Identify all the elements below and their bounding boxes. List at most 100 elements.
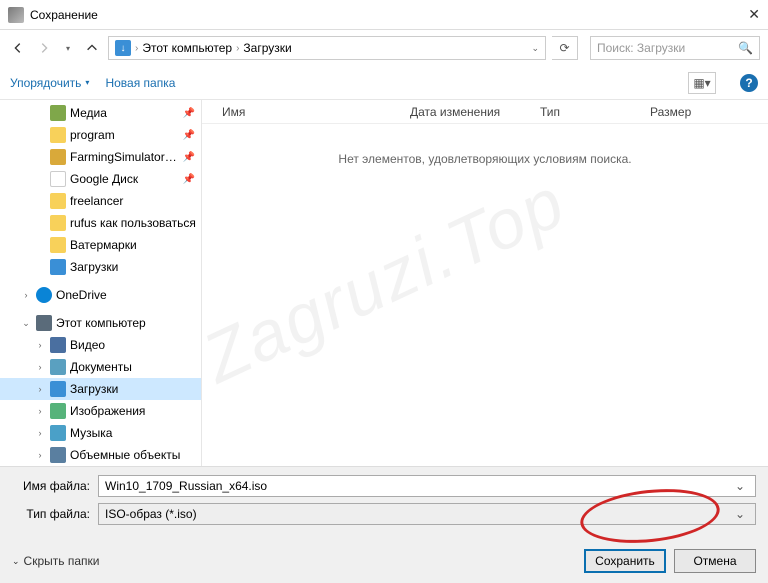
folder-dk-icon — [50, 149, 66, 165]
help-button[interactable]: ? — [740, 74, 758, 92]
tree-item-label: freelancer — [70, 194, 201, 208]
address-bar[interactable]: ↓ › Этот компьютер › Загрузки ⌄ — [108, 36, 546, 60]
nav-back-button[interactable] — [8, 38, 28, 58]
music-icon — [50, 425, 66, 441]
tree-item-label: Этот компьютер — [56, 316, 201, 330]
nav-history-dropdown[interactable]: ▾ — [60, 40, 76, 56]
tree-item[interactable]: › Изображения — [0, 400, 201, 422]
file-name-label: Имя файла: — [12, 479, 98, 493]
img-icon — [50, 403, 66, 419]
cancel-button[interactable]: Отмена — [674, 549, 756, 573]
breadcrumb-segment[interactable]: Загрузки — [243, 41, 291, 55]
tree-item-label: Google Диск — [70, 172, 179, 186]
address-bar-row: ▾ ↓ › Этот компьютер › Загрузки ⌄ ⟳ Поис… — [0, 30, 768, 66]
hide-folders-label: Скрыть папки — [24, 554, 100, 568]
title-bar: Сохранение ✕ — [0, 0, 768, 30]
tree-item-label: FarmingSimulator2019 — [70, 150, 179, 164]
tree-item[interactable]: › OneDrive — [0, 284, 201, 306]
expand-icon[interactable]: › — [34, 362, 46, 372]
expand-icon[interactable]: › — [34, 384, 46, 394]
pin-icon: 📌 — [183, 152, 195, 163]
tree-item[interactable]: Google Диск 📌 — [0, 168, 201, 190]
column-type[interactable]: Тип — [532, 105, 642, 119]
expand-icon[interactable]: › — [34, 428, 46, 438]
tree-item-label: Документы — [70, 360, 201, 374]
gdrive-icon — [50, 171, 66, 187]
column-name[interactable]: Имя — [202, 105, 402, 119]
expand-icon[interactable]: › — [34, 450, 46, 460]
expand-icon[interactable]: › — [20, 290, 32, 300]
pin-icon: 📌 — [183, 174, 195, 185]
downloads-icon: ↓ — [115, 40, 131, 56]
tree-item[interactable]: freelancer — [0, 190, 201, 212]
pin-icon: 📌 — [183, 108, 195, 119]
refresh-button[interactable]: ⟳ — [552, 36, 578, 60]
nav-tree: Медиа📌program📌FarmingSimulator2019📌Googl… — [0, 100, 202, 466]
tree-item[interactable]: › Видео — [0, 334, 201, 356]
tree-item[interactable]: Медиа📌 — [0, 102, 201, 124]
tree-item[interactable]: › Документы — [0, 356, 201, 378]
file-pane: Имя Дата изменения Тип Размер Нет элемен… — [202, 100, 768, 466]
dl-icon — [50, 381, 66, 397]
tree-item[interactable]: Загрузки — [0, 256, 201, 278]
tree-item[interactable]: FarmingSimulator2019 📌 — [0, 146, 201, 168]
dialog-body: Медиа📌program📌FarmingSimulator2019📌Googl… — [0, 100, 768, 466]
tree-item[interactable]: ›Музыка — [0, 422, 201, 444]
nav-forward-button[interactable] — [34, 38, 54, 58]
tree-item[interactable]: › Загрузки — [0, 378, 201, 400]
chevron-down-icon[interactable]: ⌄ — [531, 43, 539, 54]
cloud-icon — [36, 287, 52, 303]
media-icon — [50, 105, 66, 121]
folder-icon — [50, 193, 66, 209]
close-button[interactable]: ✕ — [720, 6, 760, 23]
chevron-down-icon[interactable]: ⌄ — [731, 479, 749, 493]
organize-menu[interactable]: Упорядочить ▾ — [10, 76, 89, 90]
tree-item-label: Загрузки — [70, 260, 201, 274]
doc-icon — [50, 359, 66, 375]
chevron-down-icon: ⌄ — [12, 556, 20, 567]
save-fields: Имя файла: Win10_1709_Russian_x64.iso ⌄ … — [0, 466, 768, 539]
tree-item[interactable]: Ватермарки — [0, 234, 201, 256]
tree-item-label: Загрузки — [70, 382, 201, 396]
column-size[interactable]: Размер — [642, 105, 732, 119]
file-type-select[interactable]: ISO-образ (*.iso) ⌄ — [98, 503, 756, 525]
empty-message: Нет элементов, удовлетворяющих условиям … — [202, 124, 768, 466]
tree-item-label: Видео — [70, 338, 201, 352]
video-icon — [50, 337, 66, 353]
folder-icon — [50, 237, 66, 253]
expand-icon[interactable]: › — [34, 406, 46, 416]
tree-item-label: Изображения — [70, 404, 201, 418]
nav-up-button[interactable] — [82, 38, 102, 58]
chevron-down-icon[interactable]: ⌄ — [731, 507, 749, 521]
column-date[interactable]: Дата изменения — [402, 105, 532, 119]
search-input[interactable]: Поиск: Загрузки 🔍 — [590, 36, 760, 60]
tree-item-label: OneDrive — [56, 288, 201, 302]
tree-item[interactable]: ⌄ Этот компьютер — [0, 312, 201, 334]
expand-icon[interactable]: ⌄ — [20, 318, 32, 329]
search-placeholder: Поиск: Загрузки — [597, 41, 738, 55]
file-type-value: ISO-образ (*.iso) — [105, 507, 731, 521]
hide-folders-toggle[interactable]: ⌄ Скрыть папки — [12, 554, 99, 568]
file-name-input[interactable]: Win10_1709_Russian_x64.iso ⌄ — [98, 475, 756, 497]
chevron-down-icon: ▾ — [85, 78, 89, 87]
search-icon: 🔍 — [738, 41, 753, 55]
tree-item[interactable]: program📌 — [0, 124, 201, 146]
column-headers: Имя Дата изменения Тип Размер — [202, 100, 768, 124]
tree-item[interactable]: ›Объемные объекты — [0, 444, 201, 466]
folder-icon — [50, 127, 66, 143]
toolbar: Упорядочить ▾ Новая папка ▦▾ ? — [0, 66, 768, 100]
tree-item-label: rufus как пользоваться — [70, 216, 201, 230]
tree-item-label: program — [70, 128, 179, 142]
organize-label: Упорядочить — [10, 76, 81, 90]
pc-icon — [36, 315, 52, 331]
tree-item[interactable]: rufus как пользоваться — [0, 212, 201, 234]
3d-icon — [50, 447, 66, 463]
new-folder-button[interactable]: Новая папка — [105, 76, 175, 90]
breadcrumb-segment[interactable]: Этот компьютер — [142, 41, 232, 55]
view-options-button[interactable]: ▦▾ — [688, 72, 716, 94]
file-type-label: Тип файла: — [12, 507, 98, 521]
chevron-right-icon: › — [135, 43, 138, 54]
save-button[interactable]: Сохранить — [584, 549, 666, 573]
expand-icon[interactable]: › — [34, 340, 46, 350]
tree-item-label: Ватермарки — [70, 238, 201, 252]
